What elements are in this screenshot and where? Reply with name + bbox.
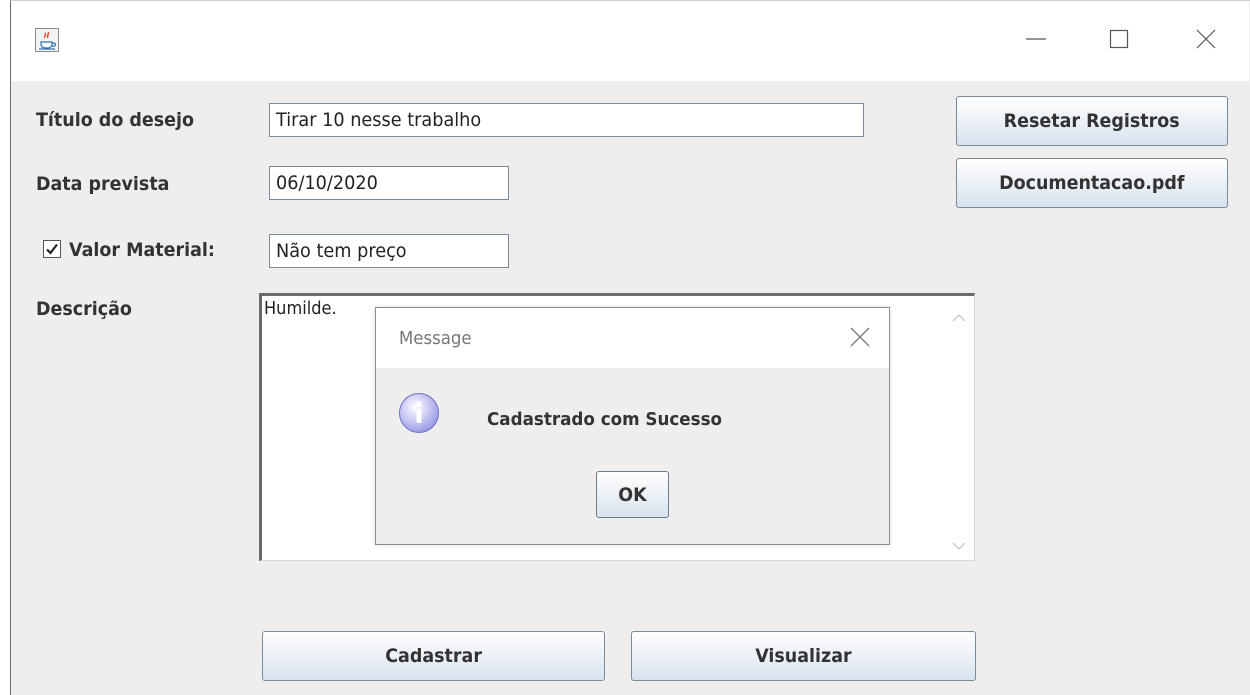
dialog-title: Message [399, 328, 472, 349]
resetar-registros-button[interactable]: Resetar Registros [956, 96, 1228, 146]
resetar-registros-label: Resetar Registros [1003, 110, 1181, 132]
main-window: Título do desejo Data prevista Valor Mat… [10, 0, 1250, 695]
titulo-value: Tirar 10 nesse trabalho [276, 109, 482, 131]
dialog-title-bar: Message [376, 308, 889, 368]
close-icon [1195, 28, 1217, 54]
descricao-label: Descrição [36, 298, 132, 320]
data-prevista-value: 06/10/2020 [276, 172, 378, 194]
visualizar-button[interactable]: Visualizar [631, 631, 976, 681]
minimize-button[interactable] [1006, 17, 1066, 65]
scroll-down-icon[interactable] [952, 536, 966, 555]
info-icon [398, 392, 440, 434]
close-button[interactable] [1176, 17, 1236, 65]
checkmark-icon [46, 243, 58, 255]
valor-material-label: Valor Material: [69, 239, 215, 261]
title-bar [11, 1, 1249, 81]
data-prevista-label: Data prevista [36, 173, 170, 195]
maximize-icon [1108, 28, 1130, 54]
scroll-up-icon[interactable] [952, 308, 966, 327]
titulo-field[interactable]: Tirar 10 nesse trabalho [269, 103, 864, 137]
valor-material-field[interactable]: Não tem preço [269, 234, 509, 268]
dialog-close-button[interactable] [849, 326, 871, 348]
titulo-label: Título do desejo [36, 109, 195, 131]
maximize-button[interactable] [1089, 17, 1149, 65]
vertical-scrollbar[interactable] [944, 296, 974, 559]
documentacao-pdf-button[interactable]: Documentacao.pdf [956, 158, 1228, 208]
descricao-value: Humilde. [264, 298, 337, 319]
message-dialog: Message Cadastrado com Sucesso OK [375, 307, 890, 545]
java-coffee-icon [35, 28, 59, 52]
cadastrar-label: Cadastrar [385, 645, 482, 667]
minimize-icon [1025, 28, 1047, 54]
valor-material-value: Não tem preço [276, 240, 407, 262]
ok-button[interactable]: OK [596, 471, 669, 518]
cadastrar-button[interactable]: Cadastrar [262, 631, 605, 681]
ok-label: OK [618, 483, 647, 506]
data-prevista-field[interactable]: 06/10/2020 [269, 166, 509, 200]
close-icon [850, 327, 870, 347]
dialog-message: Cadastrado com Sucesso [487, 409, 723, 430]
visualizar-label: Visualizar [755, 645, 852, 667]
documentacao-pdf-label: Documentacao.pdf [999, 172, 1185, 194]
valor-material-checkbox[interactable] [43, 240, 61, 258]
